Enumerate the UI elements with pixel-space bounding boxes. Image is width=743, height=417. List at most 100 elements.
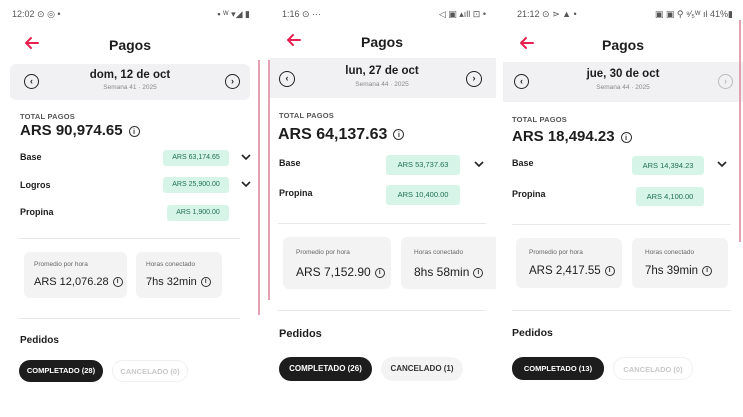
stat-label: Promedio por hora	[296, 249, 350, 256]
tab-completed[interactable]: COMPLETADO (13)	[512, 357, 604, 380]
chevron-down-icon[interactable]	[241, 181, 251, 188]
info-icon[interactable]: i	[200, 277, 211, 288]
chevron-down-icon[interactable]	[474, 161, 484, 168]
stat-value-text: ARS 7,152.90	[296, 265, 371, 279]
stat-value-text: 7hs 39min	[645, 265, 699, 277]
orders-title: Pedidos	[279, 328, 322, 340]
row-label-logros: Logros	[20, 180, 51, 190]
page-title: Pagos	[601, 37, 644, 53]
row-label-propina: Propina	[279, 188, 313, 198]
stat-value: 7hs 39min i	[645, 265, 713, 277]
row-label-propina: Propina	[20, 207, 54, 217]
divider	[512, 224, 731, 225]
stat-value-text: ARS 2,417.55	[529, 265, 601, 277]
amount-pill-propina: ARS 1,900.00	[167, 205, 229, 221]
page-title: Pagos	[108, 37, 151, 53]
stat-value-text: 8hs 58min	[414, 265, 470, 279]
status-right: ▣ ▣ ⚲ ⁹⁄₅ᵂ ıl 41%▮	[654, 9, 733, 19]
info-icon[interactable]: i	[374, 267, 385, 278]
page-title: Pagos	[360, 34, 403, 50]
week-label: Semana 44 · 2025	[596, 84, 650, 91]
total-amount: ARS 18,494.23 i	[512, 128, 632, 145]
row-label-base: Base	[279, 158, 301, 168]
info-icon[interactable]: i	[393, 129, 405, 141]
week-label: Semana 44 · 2025	[355, 81, 409, 88]
scroll-indicator	[268, 60, 270, 300]
divider	[278, 223, 486, 224]
status-bar: 1:16 ⊙ ··· ◁ ▣ ▴ıll ⊡ •	[268, 9, 496, 23]
status-bar: 12:02 ⊙ ◎ • ▪ ᵂ ▾◢ ▮	[0, 9, 260, 23]
next-day-button[interactable]: ›	[466, 71, 482, 87]
stat-card-hourly-average: Promedio por hora ARS 12,076.28 i	[24, 252, 127, 298]
scroll-indicator	[739, 20, 741, 242]
amount-pill-base: ARS 53,737.63	[386, 155, 460, 175]
divider	[278, 310, 486, 311]
row-label-base: Base	[512, 158, 534, 168]
total-value: ARS 90,974.65	[20, 122, 123, 139]
amount-pill-propina: ARS 10,400.00	[386, 185, 460, 205]
status-left: 21:12 ⊙ ⋗ ▲ •	[517, 9, 577, 19]
tab-completed[interactable]: COMPLETADO (26)	[279, 357, 372, 381]
total-value: ARS 64,137.63	[278, 126, 388, 143]
selected-date: dom, 12 de oct	[89, 69, 171, 81]
app-bar: Pagos	[268, 28, 496, 62]
date-selector: ‹ jue, 30 de oct Semana 44 · 2025 ›	[503, 62, 743, 102]
info-icon[interactable]: i	[702, 265, 713, 276]
chevron-down-icon[interactable]	[241, 154, 251, 161]
total-amount: ARS 90,974.65 i	[20, 122, 140, 139]
stat-value-text: 7hs 32min	[146, 276, 197, 288]
tab-cancelled[interactable]: CANCELADO (1)	[381, 357, 463, 381]
tab-completed[interactable]: COMPLETADO (28)	[19, 360, 103, 382]
divider	[18, 238, 240, 239]
stat-card-hourly-average: Promedio por hora ARS 7,152.90 i	[283, 237, 391, 289]
total-label: TOTAL PAGOS	[279, 111, 334, 120]
total-value: ARS 18,494.23	[512, 128, 615, 145]
stat-value: ARS 12,076.28 i	[34, 276, 123, 288]
stat-label: Horas conectado	[645, 249, 695, 256]
stat-card-hours-connected: Horas conectado 8hs 58min i	[401, 237, 496, 289]
stat-card-hourly-average: Promedio por hora ARS 2,417.55 i	[516, 238, 622, 288]
scroll-indicator	[258, 60, 260, 315]
stat-label: Promedio por hora	[529, 249, 583, 256]
info-icon[interactable]: i	[473, 267, 484, 278]
selected-date: jue, 30 de oct	[586, 68, 660, 80]
divider	[512, 310, 731, 311]
total-label: TOTAL PAGOS	[512, 115, 567, 124]
stat-card-hours-connected: Horas conectado 7hs 39min i	[632, 238, 728, 288]
week-label: Semana 41 · 2025	[103, 84, 157, 91]
stat-value: ARS 2,417.55 i	[529, 265, 615, 277]
row-label-base: Base	[20, 152, 42, 162]
stat-value: ARS 7,152.90 i	[296, 265, 385, 279]
status-right: ▪ ᵂ ▾◢ ▮	[217, 9, 250, 19]
screen-1: 12:02 ⊙ ◎ • ▪ ᵂ ▾◢ ▮ Pagos ‹ dom, 12 de …	[0, 0, 260, 417]
total-label: TOTAL PAGOS	[20, 112, 75, 121]
date-selector: ‹ lun, 27 de oct Semana 44 · 2025 ›	[268, 58, 496, 98]
chevron-down-icon[interactable]	[717, 161, 727, 168]
info-icon[interactable]: i	[112, 277, 123, 288]
amount-pill-base: ARS 63,174.65	[163, 150, 229, 166]
divider	[18, 318, 240, 319]
screen-3: 21:12 ⊙ ⋗ ▲ • ▣ ▣ ⚲ ⁹⁄₅ᵂ ıl 41%▮ Pagos ‹…	[503, 0, 743, 417]
stat-value-text: ARS 12,076.28	[34, 276, 109, 288]
status-left: 1:16 ⊙ ···	[282, 9, 322, 19]
stat-label: Horas conectado	[414, 249, 464, 256]
stat-card-hours-connected: Horas conectado 7hs 32min i	[136, 252, 222, 298]
date-selector: ‹ dom, 12 de oct Semana 41 · 2025 ›	[10, 64, 250, 100]
next-day-button[interactable]: ›	[718, 74, 733, 89]
next-day-button[interactable]: ›	[225, 74, 240, 89]
screen-2: 1:16 ⊙ ··· ◁ ▣ ▴ıll ⊡ • Pagos ‹ lun, 27 …	[268, 0, 496, 417]
orders-title: Pedidos	[512, 327, 553, 339]
stat-label: Horas conectado	[146, 261, 196, 268]
info-icon[interactable]: i	[604, 265, 615, 276]
info-icon[interactable]: i	[128, 125, 140, 137]
tab-cancelled[interactable]: CANCELADO (0)	[613, 357, 693, 380]
app-bar: Pagos	[503, 28, 743, 62]
app-bar: Pagos	[0, 28, 260, 62]
orders-title: Pedidos	[20, 335, 59, 346]
tab-cancelled[interactable]: CANCELADO (0)	[112, 360, 188, 382]
amount-pill-base: ARS 14,394.23	[632, 156, 704, 175]
status-left: 12:02 ⊙ ◎ •	[12, 9, 61, 19]
amount-pill-propina: ARS 4,100.00	[636, 187, 704, 206]
info-icon[interactable]: i	[620, 131, 632, 143]
status-bar: 21:12 ⊙ ⋗ ▲ • ▣ ▣ ⚲ ⁹⁄₅ᵂ ıl 41%▮	[503, 9, 743, 23]
